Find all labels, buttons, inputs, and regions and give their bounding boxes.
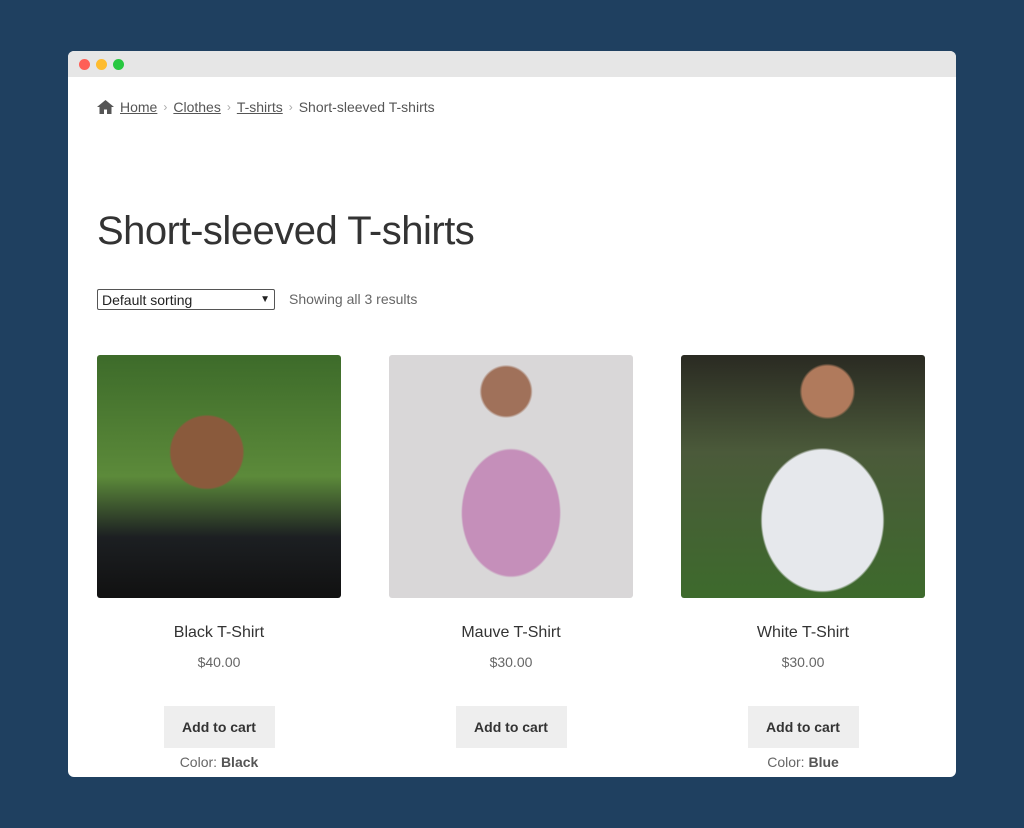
product-color: Color: Blue <box>767 754 839 770</box>
add-to-cart-button[interactable]: Add to cart <box>455 706 567 748</box>
breadcrumb-home[interactable]: Home <box>120 99 157 115</box>
title-bar <box>68 51 956 77</box>
product-card: Mauve T-Shirt $30.00 Add to cart <box>389 355 633 748</box>
minimize-dot-icon[interactable] <box>96 59 107 70</box>
product-color: Color: Black <box>179 754 259 770</box>
chevron-right-icon: › <box>288 100 293 114</box>
breadcrumb-tshirts[interactable]: T-shirts <box>237 99 283 115</box>
chevron-right-icon: › <box>226 100 231 114</box>
sorting-select[interactable]: Default sorting ▼ <box>97 289 275 310</box>
home-icon <box>97 100 114 114</box>
add-to-cart-button[interactable]: Add to cart <box>747 706 859 748</box>
result-count: Showing all 3 results <box>289 291 418 307</box>
product-price: $40.00 <box>197 654 241 670</box>
chevron-down-icon: ▼ <box>260 294 270 305</box>
close-dot-icon[interactable] <box>79 59 90 70</box>
breadcrumb-clothes[interactable]: Clothes <box>173 99 220 115</box>
breadcrumb: Home › Clothes › T-shirts › Short-sleeved T… <box>97 99 435 115</box>
page-title: Short-sleeved T-shirts <box>97 209 475 253</box>
product-price: $30.00 <box>489 654 533 670</box>
product-price: $30.00 <box>781 654 825 670</box>
maximize-dot-icon[interactable] <box>113 59 124 70</box>
product-card: White T-Shirt $30.00 Add to cart Color: … <box>681 355 925 770</box>
product-name[interactable]: Black T-Shirt <box>97 624 341 642</box>
breadcrumb-current: Short-sleeved T-shirts <box>298 99 435 115</box>
product-image[interactable] <box>97 355 341 598</box>
browser-window: Home › Clothes › T-shirts › Short-sleeved T… <box>68 51 956 777</box>
product-name[interactable]: White T-Shirt <box>681 624 925 642</box>
product-image[interactable] <box>389 355 633 598</box>
chevron-right-icon: › <box>163 100 168 114</box>
product-card: Black T-Shirt $40.00 Add to cart Color: … <box>97 355 341 770</box>
product-image[interactable] <box>681 355 925 598</box>
sorting-value: Default sorting <box>102 291 193 308</box>
product-name[interactable]: Mauve T-Shirt <box>389 624 633 642</box>
add-to-cart-button[interactable]: Add to cart <box>163 706 275 748</box>
